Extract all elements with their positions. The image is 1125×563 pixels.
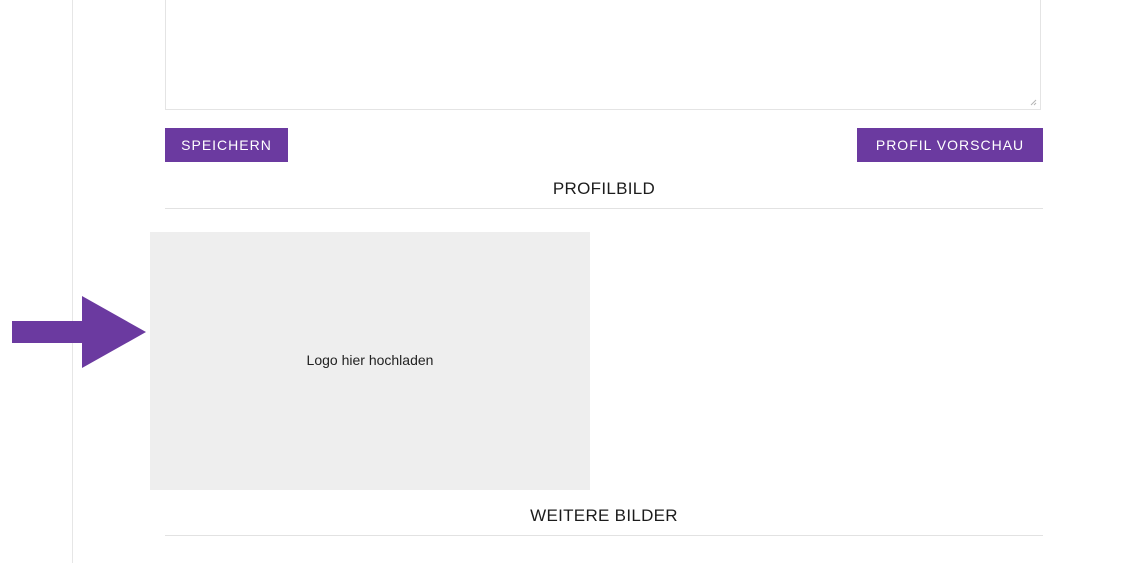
upload-label: Logo hier hochladen [306,352,434,368]
more-images-heading: WEITERE BILDER [530,506,678,525]
description-textarea[interactable] [165,0,1041,110]
section-divider [165,535,1043,536]
profile-picture-heading: PROFILBILD [552,179,656,198]
resize-grip-icon[interactable] [1030,99,1037,106]
profile-edit-page: SPEICHERN PROFIL VORSCHAU PROFILBILD Log… [0,0,1125,563]
arrow-right-icon [12,296,146,368]
profile-preview-button[interactable]: PROFIL VORSCHAU [857,128,1043,162]
save-button[interactable]: SPEICHERN [165,128,288,162]
left-divider [72,0,73,563]
logo-upload-dropzone[interactable]: Logo hier hochladen [150,232,590,490]
section-divider [165,208,1043,209]
